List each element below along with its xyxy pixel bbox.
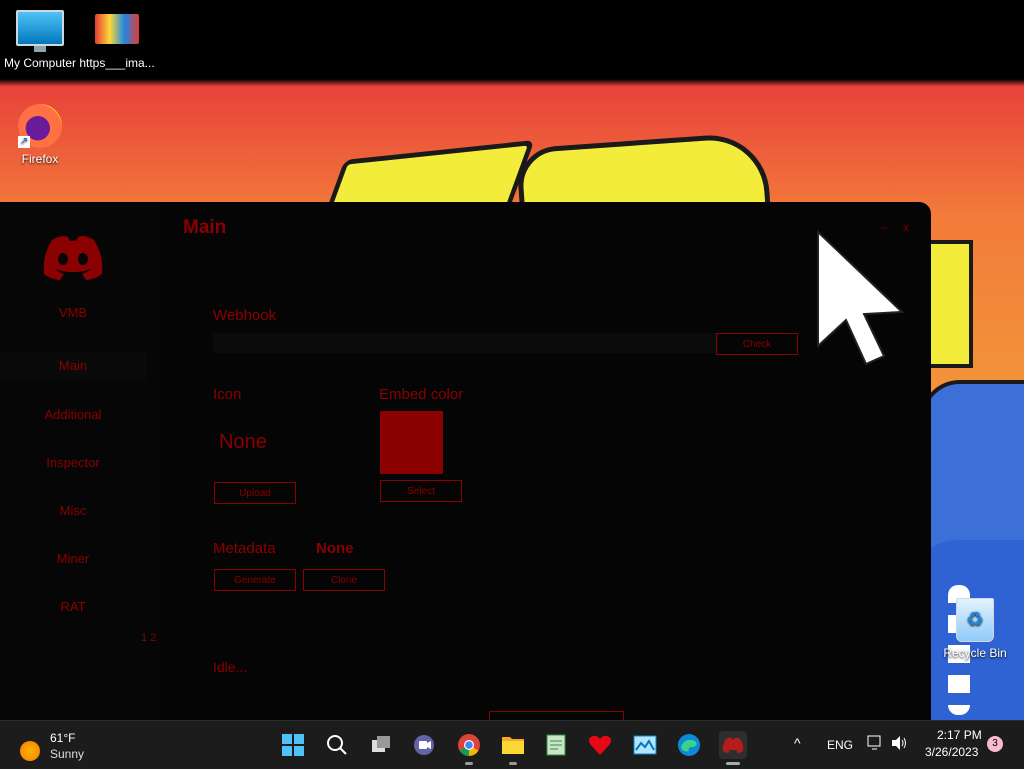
nav-item-miner[interactable]: Miner [0,551,146,566]
wallpaper-shape [925,240,973,368]
embed-color-label: Embed color [379,386,464,403]
upload-button[interactable]: Upload [214,482,296,504]
desktop-icon-label: Recycle Bin [943,646,1007,660]
desktop-icon-label: Firefox [21,152,59,166]
shortcut-arrow-icon: ↗ [18,136,30,148]
language-indicator[interactable]: ENG [827,738,853,752]
icon-value: None [219,431,267,453]
windows-start-icon[interactable] [279,731,307,759]
task-view-icon[interactable] [367,731,395,759]
webhook-input[interactable] [213,333,718,353]
heart-app-icon[interactable] [586,731,614,759]
icon-label: Icon [213,386,242,403]
clock-time[interactable]: 2:17 PM [937,728,982,742]
volume-icon[interactable] [891,735,909,754]
nav-item-vmb[interactable]: VMB [0,305,146,320]
clock-date[interactable]: 3/26/2023 [925,745,978,759]
edge-icon[interactable] [675,731,703,759]
app-window: VMB Main Additional Inspector Misc Miner… [0,202,931,720]
metadata-label: Metadata [213,540,276,557]
check-button[interactable]: Check [716,333,798,355]
desktop-icon-recycle-bin[interactable]: ♻ Recycle Bin [935,598,1015,660]
desktop-icon-my-computer[interactable]: My Computer [0,10,80,70]
nav-item-main[interactable]: Main [0,352,146,380]
file-explorer-icon[interactable] [499,731,527,765]
webhook-label: Webhook [213,307,277,324]
firefox-icon: ↗ [18,104,62,148]
weather-temp: 61°F [50,731,76,745]
sidebar-pager[interactable]: 1 2 [141,632,156,644]
page-title: Main [183,217,227,238]
network-icon[interactable] [867,735,885,754]
generate-button[interactable]: Generate [214,569,296,591]
weather-condition: Sunny [50,747,85,761]
status-text: Idle... [213,659,248,675]
search-icon[interactable] [323,731,351,759]
nav-item-inspector[interactable]: Inspector [0,455,146,470]
tray-chevron-icon[interactable]: ^ [794,735,801,751]
monitor-icon [16,10,64,52]
select-color-button[interactable]: Select [380,480,462,502]
mouse-cursor-icon [817,229,905,366]
image-thumbnail-icon [95,14,139,44]
bottom-button-frame[interactable] [489,711,624,720]
taskbar: 61°F Sunny ^ ENG 2:17 PM 3/26/2023 3 [0,720,1024,769]
nav-item-misc[interactable]: Misc [0,503,146,518]
embed-color-swatch[interactable] [380,411,443,474]
recycle-bin-icon: ♻ [956,598,994,642]
metadata-value: None [316,540,354,557]
desktop-icon-firefox[interactable]: ↗ Firefox [0,104,80,166]
sidebar: VMB Main Additional Inspector Misc Miner… [0,202,160,720]
nav-item-rat[interactable]: RAT [0,599,146,614]
notification-badge[interactable]: 3 [987,736,1003,752]
nav-item-additional[interactable]: Additional [0,407,146,422]
chrome-icon[interactable] [455,731,483,765]
notepad-icon[interactable] [542,731,570,759]
teams-chat-icon[interactable] [410,731,438,759]
app-icon[interactable] [719,731,747,765]
sun-icon [20,741,40,761]
discord-logo-icon [43,236,103,280]
desktop-icon-label: My Computer [3,56,77,70]
desktop-icon-image-file[interactable]: https___ima... [77,14,157,70]
clone-button[interactable]: Clone [303,569,385,591]
desktop-icon-label: https___ima... [79,56,155,70]
photos-icon[interactable] [631,731,659,759]
